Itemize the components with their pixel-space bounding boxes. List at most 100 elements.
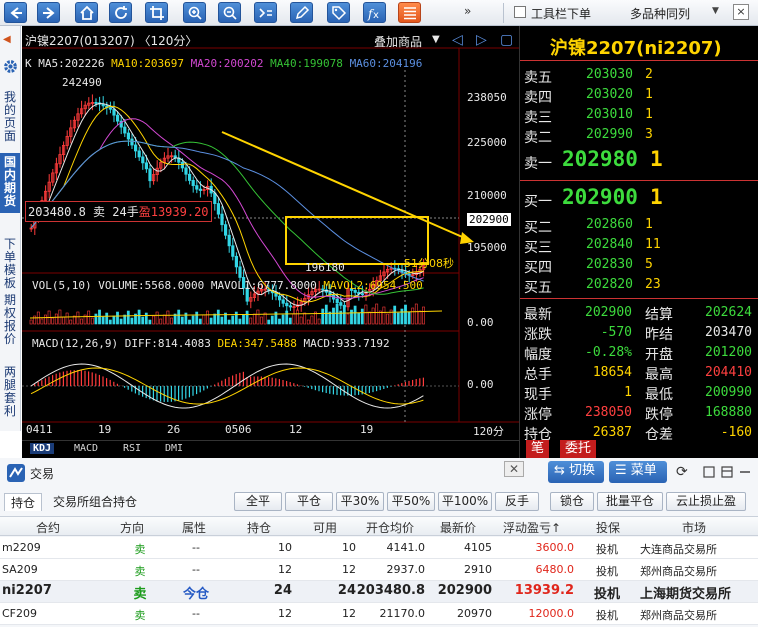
close-position-button[interactable]: 平仓 <box>285 492 333 511</box>
zoom-in-icon[interactable] <box>183 2 206 23</box>
tab-exchange-combo-positions[interactable]: 交易所组合持仓 <box>53 493 137 511</box>
tab-rsi[interactable]: RSI <box>123 443 141 454</box>
ask-row[interactable]: 卖五 203030 2 <box>520 65 758 86</box>
toolbar-more-button[interactable]: » <box>464 4 471 18</box>
close-100-button[interactable]: 平100% <box>438 492 492 511</box>
reverse-button[interactable]: 反手 <box>495 492 539 511</box>
batch-close-button[interactable]: 批量平仓 <box>597 492 663 511</box>
ask-row[interactable]: 卖二 202990 3 <box>520 125 758 146</box>
column-header[interactable]: 方向 <box>120 519 144 536</box>
forward-arrow-icon[interactable] <box>37 2 60 23</box>
tab-macd[interactable]: MACD <box>74 443 98 454</box>
candle-body <box>108 107 112 110</box>
close-50-button[interactable]: 平50% <box>387 492 435 511</box>
volume-bar <box>234 311 238 325</box>
ma-legend-item: MA10:203697 <box>111 57 191 70</box>
lock-button[interactable]: 锁仓 <box>550 492 594 511</box>
column-header[interactable]: 属性 <box>182 519 206 536</box>
ask1-row[interactable]: 卖一 202980 1 <box>520 147 758 175</box>
tab-orders[interactable]: 委托 <box>560 440 597 458</box>
tab-dmi[interactable]: DMI <box>165 443 183 454</box>
column-header[interactable]: 开仓均价 <box>366 519 414 536</box>
volume-bar <box>350 309 353 325</box>
volume-bar <box>310 315 314 325</box>
sidebar-item-option-quotes[interactable]: 期权报价 <box>0 292 20 348</box>
close-icon[interactable]: × <box>733 4 749 20</box>
volume-bar <box>220 316 224 325</box>
back-arrow-icon[interactable] <box>4 2 27 23</box>
column-header[interactable]: 浮动盈亏↑ <box>503 519 561 536</box>
prev-symbol-icon[interactable]: ◁ <box>452 32 463 48</box>
table-cell-market: 大连商品交易所 <box>640 543 717 556</box>
overlay-dropdown-icon[interactable]: ▼ <box>432 34 440 45</box>
next-symbol-icon[interactable]: ▷ <box>476 32 487 48</box>
quote-panel: 沪镍2207(ni2207) 卖五 203030 2 卖四 203020 1 卖三 203… <box>519 26 758 458</box>
refresh-icon[interactable] <box>109 2 132 23</box>
column-header[interactable]: 持仓 <box>247 519 271 536</box>
period-label[interactable]: 120分 <box>473 423 504 439</box>
bid-row[interactable]: 买二 202860 1 <box>520 215 758 236</box>
pencil-icon[interactable] <box>290 2 313 23</box>
switch-button[interactable]: ⇆ 切换 <box>548 461 604 483</box>
variety-select[interactable]: 多品种同列 <box>630 5 690 22</box>
tag-icon[interactable] <box>327 2 350 23</box>
volume-bar <box>198 318 202 325</box>
volume-bar <box>357 312 361 325</box>
cloud-stop-button[interactable]: 云止损止盈 <box>666 492 746 511</box>
kline-chart[interactable]: 沪镍2207(013207) 〈120分〉 叠加商品 ▼ ◁ ▷ ▢ K MA5… <box>22 26 519 458</box>
zoom-out-icon[interactable] <box>218 2 241 23</box>
gear-icon[interactable] <box>2 58 19 75</box>
volume-bar <box>342 306 346 325</box>
candle-body <box>184 167 188 175</box>
bid-row[interactable]: 买五 202820 23 <box>520 275 758 296</box>
bid-row[interactable]: 买三 202840 11 <box>520 235 758 256</box>
sidebar-item-spread-arbitrage[interactable]: 两腿套利 <box>0 364 20 420</box>
ask-row[interactable]: 卖四 203020 1 <box>520 85 758 106</box>
sidebar-item-domestic-futures[interactable]: 国内期货 <box>0 153 20 213</box>
column-header[interactable]: 可用 <box>313 519 337 536</box>
y-tick-label: 225000 <box>467 136 507 149</box>
bid-row[interactable]: 买四 202830 5 <box>520 255 758 276</box>
volume-bar <box>162 314 166 325</box>
tab-ticks[interactable]: 笔 <box>526 440 550 458</box>
table-row[interactable]: SA209 卖 -- 12 12 2937.0 2910 6480.0 投机 郑州商品交易所 <box>0 559 758 581</box>
ask-row[interactable]: 卖三 203010 1 <box>520 105 758 126</box>
bid1-row[interactable]: 买一 202900 1 <box>520 185 758 213</box>
close-all-button[interactable]: 全平 <box>234 492 282 511</box>
crop-icon[interactable] <box>145 2 168 23</box>
menu-button[interactable]: ☰ 菜单 <box>609 461 667 483</box>
column-header[interactable]: 最新价 <box>440 519 476 536</box>
expand-icon[interactable]: ▢ <box>500 32 513 48</box>
formula-icon[interactable] <box>254 2 277 23</box>
tab-kdj[interactable]: KDJ <box>30 443 55 454</box>
sidebar: ◀ 我的页面 国内期货 下单模板 期权报价 两腿套利 <box>0 26 21 431</box>
collapse-arrow-icon[interactable]: ◀ <box>3 34 11 45</box>
volume-bar <box>80 318 83 325</box>
list-icon[interactable] <box>398 2 421 23</box>
overlay-commodity-button[interactable]: 叠加商品 <box>374 33 422 50</box>
volume-bar <box>386 313 389 325</box>
toolbar-order-checkbox[interactable] <box>514 6 526 18</box>
chevron-down-icon[interactable]: ▼ <box>712 6 719 16</box>
table-row[interactable]: m2209 卖 -- 10 10 4141.0 4105 3600.0 投机 大连商品交易所 <box>0 537 758 559</box>
table-row[interactable]: CF209 卖 -- 12 12 21170.0 20970 12000.0 投机 郑州商品交易所 <box>0 603 758 625</box>
y-tick-label: 238050 <box>467 91 507 104</box>
close-icon[interactable]: ✕ <box>504 461 524 477</box>
column-header[interactable]: 市场 <box>682 519 706 536</box>
positions-table-header: 合约 方向 属性 持仓 可用 开仓均价 最新价 浮动盈亏↑ 投保 市场 <box>0 516 758 536</box>
column-header[interactable]: 合约 <box>36 519 60 536</box>
table-row[interactable]: ni2207 卖今仓 24 24 203480.8 202900 13939.2 投机 上海期货… <box>0 581 758 603</box>
close-30-button[interactable]: 平30% <box>336 492 384 511</box>
column-header[interactable]: 投保 <box>596 519 620 536</box>
refresh-icon[interactable]: ⟳ <box>676 464 688 480</box>
sidebar-item-order-template[interactable]: 下单模板 <box>0 236 20 292</box>
volume-bar <box>303 312 307 325</box>
table-cell-pnl: 3600.0 <box>535 541 575 554</box>
fx-icon[interactable]: fx <box>363 2 386 23</box>
home-icon[interactable] <box>75 2 98 23</box>
tab-positions[interactable]: 持仓 <box>4 493 43 511</box>
candle-body <box>126 132 130 140</box>
candle-body <box>123 126 127 134</box>
sidebar-item-my-page[interactable]: 我的页面 <box>0 89 20 145</box>
panel-tools-icon[interactable] <box>700 464 758 480</box>
